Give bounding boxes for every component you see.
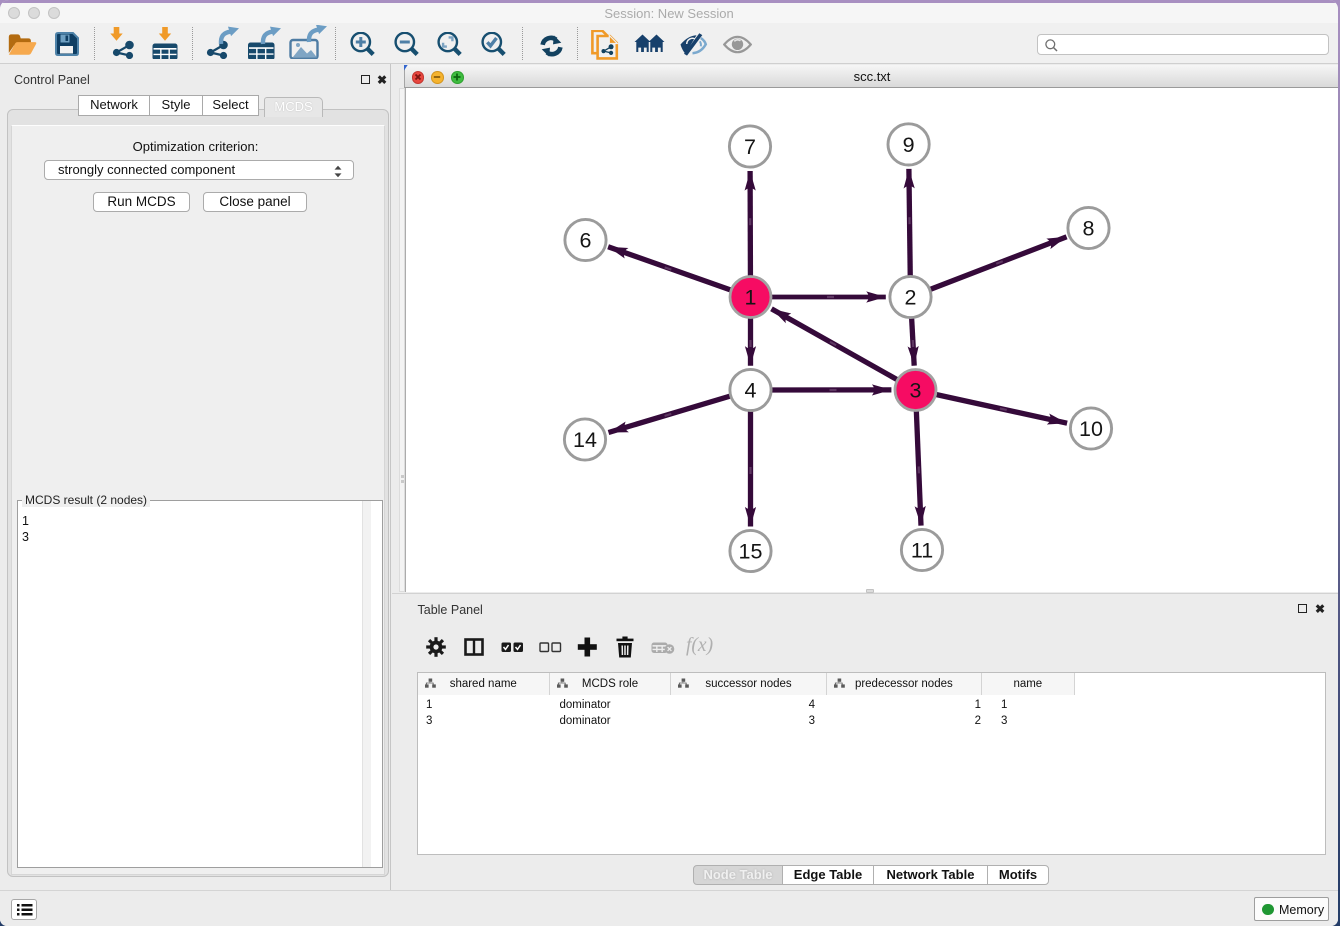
svg-text:15: 15 bbox=[739, 540, 763, 564]
svg-text:4: 4 bbox=[745, 379, 757, 403]
svg-text:11: 11 bbox=[911, 539, 933, 563]
svg-text:10: 10 bbox=[1079, 417, 1103, 441]
svg-text:1: 1 bbox=[745, 286, 757, 310]
svg-text:2: 2 bbox=[905, 286, 917, 310]
svg-text:9: 9 bbox=[903, 133, 915, 157]
svg-text:14: 14 bbox=[573, 428, 597, 452]
svg-text:3: 3 bbox=[910, 379, 922, 403]
svg-text:6: 6 bbox=[580, 229, 592, 253]
svg-text:7: 7 bbox=[744, 135, 756, 159]
svg-text:8: 8 bbox=[1083, 217, 1095, 241]
